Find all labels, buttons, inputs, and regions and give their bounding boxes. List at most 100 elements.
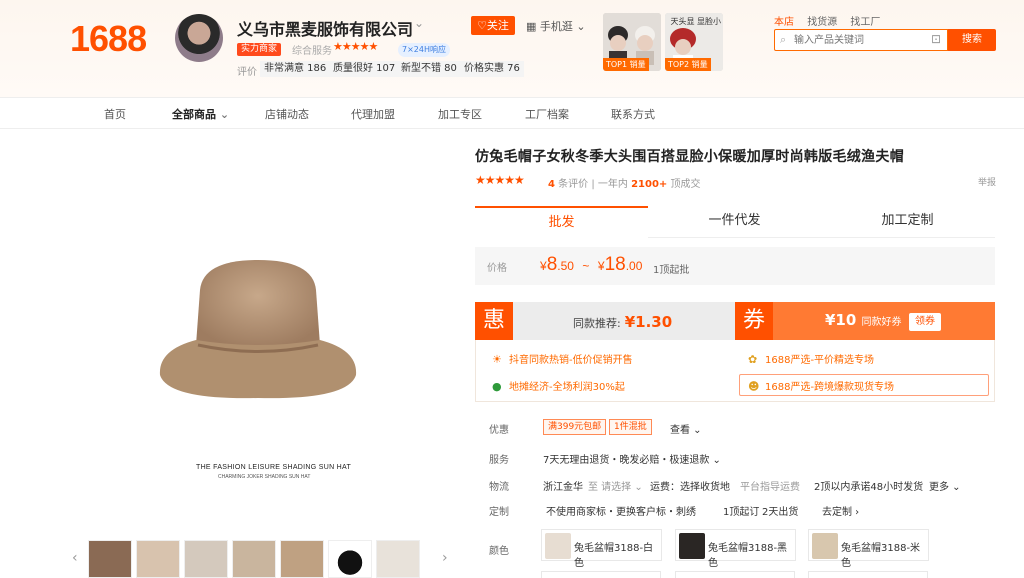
recommend-label: 同款推荐: (573, 317, 621, 330)
service-score-label: 综合服务 (292, 46, 332, 57)
price-row: 价格 ¥8.50 ~ ¥18.00 1顶起批 (475, 247, 995, 285)
tab-dropship[interactable]: 一件代发 (648, 206, 821, 238)
review-count[interactable]: 4 (548, 179, 555, 190)
follow-button[interactable]: ♡关注 (471, 16, 515, 35)
nav-home[interactable]: 首页 (104, 106, 126, 122)
sales-label: 顶成交 (670, 179, 701, 190)
image-caption: THE FASHION LEISURE SHADING SUN HAT (196, 464, 352, 471)
thumbnail[interactable] (328, 540, 372, 578)
service-guarantees[interactable]: 7天无理由退货・晚发必赔・极速退款 ⌄ (543, 451, 721, 466)
search-scope-tabs: 本店 找货源 找工厂 (774, 13, 890, 28)
min-order: 1顶起批 (653, 265, 690, 276)
discount-tag: 满399元包邮 (543, 419, 607, 435)
go-customize-link[interactable]: 去定制 › (822, 503, 859, 518)
top-product-1[interactable]: TOP1 销量 (603, 13, 661, 71)
claim-coupon-button[interactable]: 领券 (909, 313, 941, 331)
color-option-partial[interactable] (541, 571, 661, 578)
response-badge: 7×24H响应 (398, 43, 450, 57)
platform-fee-guide[interactable]: 平台指导运费 (740, 478, 800, 493)
color-label: 颜色 (489, 546, 509, 557)
custom-min-order: 1顶起订 (723, 507, 760, 518)
activity-item[interactable]: ☻ 1688严选-跨境爆款现货专场 (748, 378, 894, 393)
thumbnail[interactable] (88, 540, 132, 578)
search-icon: ⌕ (780, 33, 787, 46)
nav-processing[interactable]: 加工专区 (438, 106, 482, 122)
activity-label: 地摊经济-全场利润30%起 (509, 382, 625, 393)
tab-wholesale[interactable]: 批发 (475, 206, 648, 238)
top-product-tag: TOP2 销量 (665, 58, 711, 71)
color-option-partial[interactable] (675, 571, 795, 578)
search-tab-factory[interactable]: 找工厂 (850, 17, 880, 28)
thumbnail[interactable] (232, 540, 276, 578)
same-style-recommend[interactable]: 同款推荐: ¥1.30 (513, 302, 735, 340)
evaluation-tag: 质量很好 107 (329, 61, 400, 77)
search-tab-shop[interactable]: 本店 (774, 17, 794, 28)
sales-count: 2100+ (631, 179, 668, 190)
activity-label: 1688严选-跨境爆款现货专场 (765, 382, 895, 393)
activity-item[interactable]: ✿ 1688严选-平价精选专场 (748, 351, 874, 366)
evaluation-tag: 新型不错 80 (397, 61, 461, 77)
nav-shop-news[interactable]: 店铺动态 (265, 106, 309, 122)
evaluation-tag: 价格实惠 76 (460, 61, 524, 77)
service-stars: ★★★★★ (333, 40, 378, 53)
price-label: 价格 (487, 263, 507, 274)
power-merchant-badge: 实力商家 (237, 43, 282, 56)
color-option[interactable]: 兔毛盆帽3188-黑色 (675, 529, 796, 569)
price-min-int: 8 (546, 254, 558, 275)
shop-nav: 首页 全部商品 ⌄ 店铺动态 代理加盟 加工专区 工厂档案 联系方式 (0, 97, 1024, 129)
nav-all-products[interactable]: 全部商品 ⌄ (172, 106, 229, 122)
nav-label: 全部商品 (172, 108, 216, 121)
product-main-image[interactable] (148, 250, 368, 410)
color-option-label: 兔毛盆帽3188-黑色 (708, 543, 788, 569)
thumbnail[interactable] (376, 540, 420, 578)
ship-to-select[interactable]: 至 请选择 ⌄ (588, 478, 643, 493)
nav-contact[interactable]: 联系方式 (611, 106, 655, 122)
shipping-fee: 运费：选择收货地 (650, 482, 730, 493)
ship-promise: 2顶以内承诺48小时发货 (814, 482, 924, 493)
thumbnail-strip: ‹ › (70, 540, 454, 578)
shop-name[interactable]: 义乌市黑麦服饰有限公司 (237, 16, 413, 40)
purchase-mode-tabs: 批发 一件代发 加工定制 (475, 206, 995, 238)
chevron-down-icon[interactable]: ⌄ (414, 16, 424, 30)
color-option-label: 兔毛盆帽3188-米色 (841, 543, 921, 569)
thumbnail[interactable] (280, 540, 324, 578)
thumb-next-arrow-icon[interactable]: › (442, 550, 448, 566)
color-option[interactable]: 兔毛盆帽3188-米色 (808, 529, 929, 569)
camera-icon[interactable]: ⊡ (931, 32, 941, 46)
rating-stars: ★★★★★ (475, 173, 525, 187)
discount-view-more[interactable]: 查看 ⌄ (670, 421, 702, 436)
thumbnail[interactable] (136, 540, 180, 578)
service-label: 服务 (489, 455, 509, 466)
top-product-tag: TOP1 销量 (603, 58, 649, 71)
image-subcaption: CHARMING JOKER SHADING SUN HAT (218, 474, 311, 480)
nav-agency[interactable]: 代理加盟 (351, 106, 395, 122)
color-option[interactable]: 兔毛盆帽3188-白色 (541, 529, 662, 569)
activity-item[interactable]: ● 地摊经济-全场利润30%起 (492, 378, 625, 393)
price-separator: ~ (582, 259, 590, 273)
search-input[interactable] (794, 31, 924, 49)
shop-avatar[interactable] (175, 14, 223, 62)
logistics-more[interactable]: 更多 ⌄ (929, 478, 961, 493)
search-button[interactable]: 搜索 (948, 29, 996, 51)
color-option-partial[interactable] (808, 571, 928, 578)
price-max-int: 18 (604, 254, 626, 275)
discount-tag: 1件混批 (609, 419, 652, 435)
nav-factory[interactable]: 工厂档案 (525, 106, 569, 122)
site-logo[interactable]: 1688 (70, 18, 147, 60)
shop-header: 1688 义乌市黑麦服饰有限公司 ⌄ 实力商家 综合服务 ★★★★★ 7×24H… (0, 0, 1024, 97)
mobile-browse-button[interactable]: ▦ 手机逛 ⌄ (526, 18, 586, 34)
activity-item[interactable]: ☀ 抖音同款热销-低价促销开售 (492, 351, 633, 366)
product-page: 1688 义乌市黑麦服饰有限公司 ⌄ 实力商家 综合服务 ★★★★★ 7×24H… (0, 0, 1024, 578)
thumbnail[interactable] (184, 540, 228, 578)
thumb-prev-arrow-icon[interactable]: ‹ (72, 550, 78, 566)
review-label[interactable]: 条评价 (558, 179, 588, 190)
product-title: 仿兔毛帽子女秋冬季大头围百搭显脸小保暖加厚时尚韩版毛绒渔夫帽 (475, 149, 904, 165)
top-product-2[interactable]: 天头显 显脸小 TOP2 销量 (665, 13, 723, 71)
report-link[interactable]: 举报 (978, 175, 996, 188)
tab-custom[interactable]: 加工定制 (821, 206, 994, 238)
search-tab-source[interactable]: 找货源 (807, 17, 837, 28)
sun-icon: ☀ (492, 353, 502, 366)
custom-options: 不使用商家标・更换客户标・刺绣 (546, 507, 696, 518)
price-max-dec: .00 (625, 259, 643, 273)
custom-lead-time: 2天出货 (762, 507, 799, 518)
